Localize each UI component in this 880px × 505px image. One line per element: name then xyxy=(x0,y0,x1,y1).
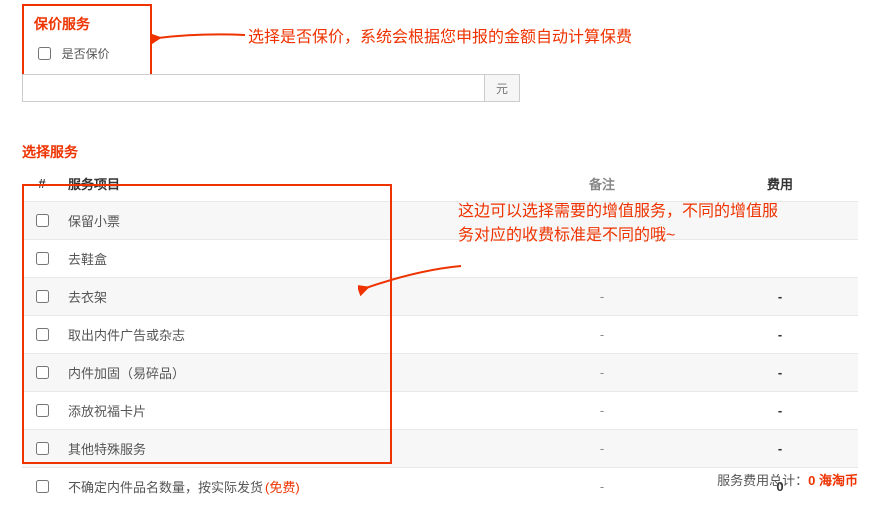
cell-checkbox xyxy=(22,240,62,278)
cell-checkbox xyxy=(22,430,62,468)
service-checkbox[interactable] xyxy=(36,366,49,379)
service-name: 内件加固（易碎品） xyxy=(68,366,185,381)
cell-name: 去衣架 xyxy=(62,278,502,316)
annotation-services: 这边可以选择需要的增值服务，不同的增值服务对应的收费标准是不同的哦~ xyxy=(458,200,778,248)
insure-panel: 保价服务 是否保价 xyxy=(22,4,152,77)
service-name: 添放祝福卡片 xyxy=(68,404,146,419)
header-name: 服务项目 xyxy=(62,168,502,202)
cell-fee: - xyxy=(702,354,858,392)
table-row: 内件加固（易碎品） -- xyxy=(22,354,858,392)
cell-checkbox xyxy=(22,278,62,316)
currency-unit: 元 xyxy=(484,74,520,102)
table-row: 添放祝福卡片 -- xyxy=(22,392,858,430)
cell-checkbox xyxy=(22,354,62,392)
cell-fee: - xyxy=(702,316,858,354)
cell-name: 内件加固（易碎品） xyxy=(62,354,502,392)
total-currency: 海淘币 xyxy=(815,473,858,488)
total-label: 服务费用总计： xyxy=(717,473,808,488)
service-checkbox[interactable] xyxy=(36,252,49,265)
table-row: 去衣架 -- xyxy=(22,278,858,316)
cell-name: 保留小票 xyxy=(62,202,502,240)
cell-name: 添放祝福卡片 xyxy=(62,392,502,430)
cell-name: 不确定内件品名数量，按实际发货(免费) xyxy=(62,468,502,505)
free-tag: (免费) xyxy=(265,480,300,495)
cell-name: 去鞋盒 xyxy=(62,240,502,278)
service-name: 去鞋盒 xyxy=(68,252,107,267)
service-name: 去衣架 xyxy=(68,290,107,305)
service-checkbox[interactable] xyxy=(36,404,49,417)
cell-checkbox xyxy=(22,468,62,505)
annotation-insure: 选择是否保价，系统会根据您申报的金额自动计算保费 xyxy=(248,26,632,50)
insure-checkbox[interactable] xyxy=(38,47,51,60)
cell-fee: - xyxy=(702,392,858,430)
arrow-icon xyxy=(150,28,250,58)
cell-note: - xyxy=(502,392,702,430)
cell-note: - xyxy=(502,430,702,468)
cell-checkbox xyxy=(22,316,62,354)
services-title: 选择服务 xyxy=(22,142,78,162)
cell-note: - xyxy=(502,278,702,316)
service-name: 保留小票 xyxy=(68,214,120,229)
insure-title: 保价服务 xyxy=(34,14,140,34)
header-note: 备注 xyxy=(502,168,702,202)
table-row: 取出内件广告或杂志 -- xyxy=(22,316,858,354)
header-index: # xyxy=(22,168,62,202)
service-checkbox[interactable] xyxy=(36,214,49,227)
cell-name: 取出内件广告或杂志 xyxy=(62,316,502,354)
insure-amount-row: 元 xyxy=(22,74,520,102)
service-name: 取出内件广告或杂志 xyxy=(68,328,185,343)
cell-fee: - xyxy=(702,278,858,316)
service-checkbox[interactable] xyxy=(36,442,49,455)
cell-checkbox xyxy=(22,202,62,240)
table-row: 其他特殊服务 -- xyxy=(22,430,858,468)
service-name: 不确定内件品名数量，按实际发货 xyxy=(68,480,263,495)
cell-checkbox xyxy=(22,392,62,430)
header-fee: 费用 xyxy=(702,168,858,202)
table-header-row: # 服务项目 备注 费用 xyxy=(22,168,858,202)
cell-fee: - xyxy=(702,430,858,468)
cell-note: - xyxy=(502,316,702,354)
insure-checkbox-row: 是否保价 xyxy=(34,44,140,63)
insure-amount-input[interactable] xyxy=(22,74,484,102)
service-checkbox[interactable] xyxy=(36,328,49,341)
services-total: 服务费用总计：0 海淘币 xyxy=(717,470,858,489)
cell-note: - xyxy=(502,354,702,392)
cell-name: 其他特殊服务 xyxy=(62,430,502,468)
cell-note: - xyxy=(502,468,702,505)
service-checkbox[interactable] xyxy=(36,290,49,303)
service-checkbox[interactable] xyxy=(36,480,49,493)
service-name: 其他特殊服务 xyxy=(68,442,146,457)
insure-checkbox-label[interactable]: 是否保价 xyxy=(62,47,110,61)
